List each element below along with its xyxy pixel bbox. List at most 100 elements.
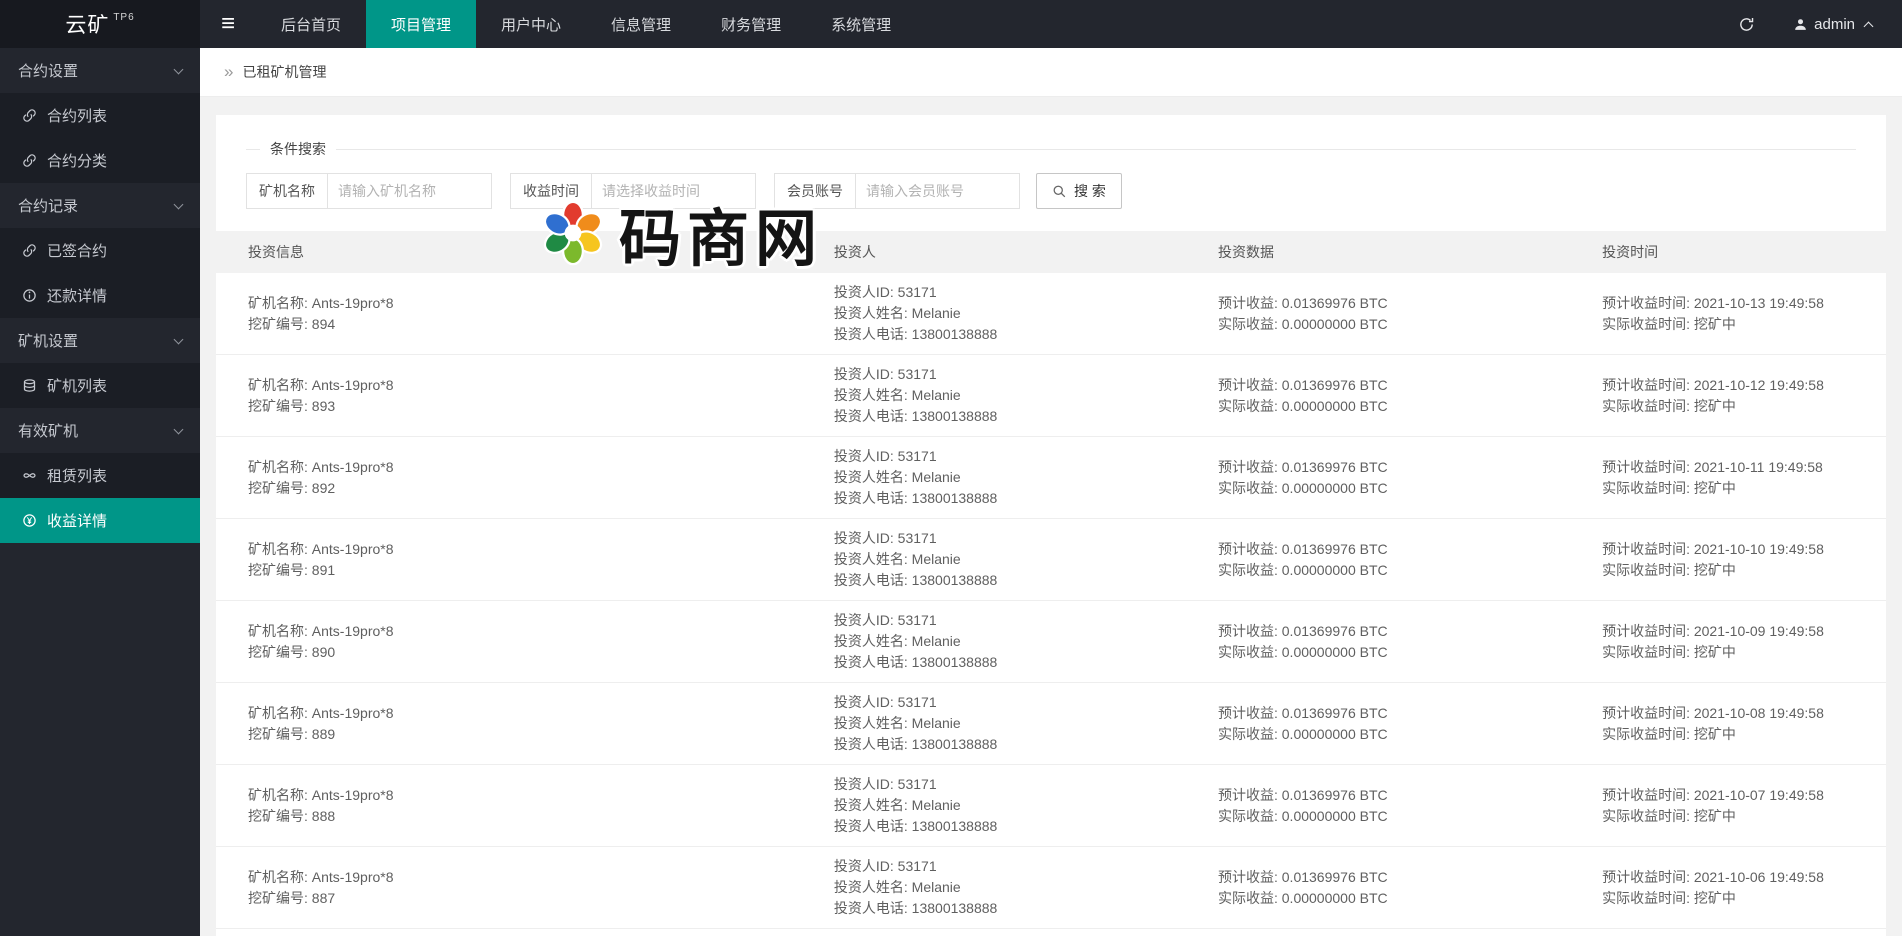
investor-name: 投资人姓名: Melanie (834, 549, 1218, 570)
cell-invest-info: 矿机名称: Ants-19pro*8 挖矿编号: 894 (216, 293, 834, 335)
expect-income: 预计收益: 0.01369976 BTC (1218, 703, 1602, 724)
search-field: 矿机名称 (246, 173, 492, 209)
sidebar-item-label: 矿机列表 (47, 375, 107, 396)
miner-name: 矿机名称: Ants-19pro*8 (248, 703, 834, 724)
search-input-3[interactable] (855, 173, 1020, 209)
sidebar-item-10[interactable]: 租赁列表 (0, 453, 200, 498)
cell-invest-data: 预计收益: 0.01369976 BTC 实际收益: 0.00000000 BT… (1218, 375, 1602, 417)
sidebar-item-label: 收益详情 (47, 510, 107, 531)
user-menu[interactable]: admin (1793, 16, 1872, 33)
content-card: 条件搜索 矿机名称 收益时间 会员账号 搜 索 投资信息投资人投资数据投资时间 (216, 115, 1886, 936)
cell-invest-time: 预计收益时间: 2021-10-09 19:49:58 实际收益时间: 挖矿中 (1602, 621, 1886, 663)
actual-income: 实际收益: 0.00000000 BTC (1218, 314, 1602, 335)
topnav-item-2[interactable]: 项目管理 (366, 0, 476, 48)
investor-id: 投资人ID: 53171 (834, 528, 1218, 549)
expect-income: 预计收益: 0.01369976 BTC (1218, 375, 1602, 396)
search-input-2[interactable] (591, 173, 756, 209)
table-header-1: 投资信息 (216, 242, 834, 262)
investor-phone: 投资人电话: 13800138888 (834, 324, 1218, 345)
info-icon (22, 288, 37, 303)
sidebar-menu: 合约设置 合约列表 合约分类 合约记录 已签合约 还款详情 矿机设置 矿机列表 … (0, 48, 200, 543)
table-header-2: 投资人 (834, 242, 1218, 262)
sidebar-group-1[interactable]: 合约设置 (0, 48, 200, 93)
content-area: 条件搜索 矿机名称 收益时间 会员账号 搜 索 投资信息投资人投资数据投资时间 (200, 97, 1902, 936)
actual-income: 实际收益: 0.00000000 BTC (1218, 806, 1602, 827)
app-root: 云矿TP6 合约设置 合约列表 合约分类 合约记录 已签合约 还款详情 矿机设置… (0, 0, 1902, 936)
miner-no: 挖矿编号: 891 (248, 560, 834, 581)
search-field-label: 收益时间 (510, 173, 591, 209)
actual-time: 实际收益时间: 挖矿中 (1602, 888, 1886, 909)
miner-name: 矿机名称: Ants-19pro*8 (248, 457, 834, 478)
sidebar-item-6[interactable]: 还款详情 (0, 273, 200, 318)
search-panel: 条件搜索 矿机名称 收益时间 会员账号 搜 索 (246, 139, 1856, 229)
miner-name: 矿机名称: Ants-19pro*8 (248, 293, 834, 314)
sidebar-item-3[interactable]: 合约分类 (0, 138, 200, 183)
sidebar-group-label: 合约设置 (18, 60, 78, 81)
refresh-icon[interactable] (1738, 16, 1755, 33)
chevron-down-icon (174, 334, 184, 344)
topnav-item-label: 项目管理 (391, 14, 451, 35)
search-icon (1052, 184, 1067, 199)
cell-invest-time: 预计收益时间: 2021-10-08 19:49:58 实际收益时间: 挖矿中 (1602, 703, 1886, 745)
investor-name: 投资人姓名: Melanie (834, 713, 1218, 734)
actual-income: 实际收益: 0.00000000 BTC (1218, 396, 1602, 417)
search-field: 会员账号 (774, 173, 1020, 209)
expect-income: 预计收益: 0.01369976 BTC (1218, 457, 1602, 478)
brand-logo: 云矿TP6 (0, 0, 200, 48)
chevron-down-icon (174, 424, 184, 434)
miner-no: 挖矿编号: 890 (248, 642, 834, 663)
search-button[interactable]: 搜 索 (1036, 173, 1122, 209)
sidebar-group-7[interactable]: 矿机设置 (0, 318, 200, 363)
brand-version: TP6 (113, 12, 134, 23)
cell-invest-data: 预计收益: 0.01369976 BTC 实际收益: 0.00000000 BT… (1218, 867, 1602, 909)
investor-phone: 投资人电话: 13800138888 (834, 406, 1218, 427)
investor-phone: 投资人电话: 13800138888 (834, 652, 1218, 673)
sidebar-item-label: 已签合约 (47, 240, 107, 261)
topnav-item-6[interactable]: 系统管理 (806, 0, 916, 48)
actual-time: 实际收益时间: 挖矿中 (1602, 396, 1886, 417)
actual-time: 实际收益时间: 挖矿中 (1602, 478, 1886, 499)
sidebar-item-2[interactable]: 合约列表 (0, 93, 200, 138)
expect-time: 预计收益时间: 2021-10-10 19:49:58 (1602, 539, 1886, 560)
cell-invest-data: 预计收益: 0.01369976 BTC 实际收益: 0.00000000 BT… (1218, 293, 1602, 335)
investor-id: 投资人ID: 53171 (834, 610, 1218, 631)
sidebar-group-label: 有效矿机 (18, 420, 78, 441)
investor-phone: 投资人电话: 13800138888 (834, 488, 1218, 509)
expect-income: 预计收益: 0.01369976 BTC (1218, 293, 1602, 314)
investor-name: 投资人姓名: Melanie (834, 795, 1218, 816)
actual-income: 实际收益: 0.00000000 BTC (1218, 888, 1602, 909)
actual-income: 实际收益: 0.00000000 BTC (1218, 478, 1602, 499)
search-input-1[interactable] (327, 173, 492, 209)
miner-name: 矿机名称: Ants-19pro*8 (248, 539, 834, 560)
sidebar-group-9[interactable]: 有效矿机 (0, 408, 200, 453)
sidebar-item-8[interactable]: 矿机列表 (0, 363, 200, 408)
miner-no: 挖矿编号: 889 (248, 724, 834, 745)
sidebar-item-5[interactable]: 已签合约 (0, 228, 200, 273)
sidebar-group-4[interactable]: 合约记录 (0, 183, 200, 228)
sidebar-item-11[interactable]: 收益详情 (0, 498, 200, 543)
topnav-item-3[interactable]: 用户中心 (476, 0, 586, 48)
cell-invest-data: 预计收益: 0.01369976 BTC 实际收益: 0.00000000 BT… (1218, 785, 1602, 827)
search-panel-title: 条件搜索 (260, 139, 336, 159)
investor-name: 投资人姓名: Melanie (834, 303, 1218, 324)
actual-time: 实际收益时间: 挖矿中 (1602, 314, 1886, 335)
actual-time: 实际收益时间: 挖矿中 (1602, 560, 1886, 581)
table-row: 矿机名称: Ants-19pro*8 挖矿编号: 892 投资人ID: 5317… (216, 437, 1886, 519)
link-icon (22, 153, 37, 168)
miner-no: 挖矿编号: 894 (248, 314, 834, 335)
hamburger-menu-icon[interactable]: ≡ (200, 0, 256, 48)
cell-invest-time: 预计收益时间: 2021-10-13 19:49:58 实际收益时间: 挖矿中 (1602, 293, 1886, 335)
topnav-item-4[interactable]: 信息管理 (586, 0, 696, 48)
topnav-item-1[interactable]: 后台首页 (256, 0, 366, 48)
cell-invest-data: 预计收益: 0.01369976 BTC 实际收益: 0.00000000 BT… (1218, 703, 1602, 745)
investor-name: 投资人姓名: Melanie (834, 877, 1218, 898)
table-row: 矿机名称: Ants-19pro*8 挖矿编号: 891 投资人ID: 5317… (216, 519, 1886, 601)
topnav-item-5[interactable]: 财务管理 (696, 0, 806, 48)
expect-time: 预计收益时间: 2021-10-11 19:49:58 (1602, 457, 1886, 478)
cell-invest-data: 预计收益: 0.01369976 BTC 实际收益: 0.00000000 BT… (1218, 621, 1602, 663)
topnav-item-label: 用户中心 (501, 14, 561, 35)
cell-invest-info: 矿机名称: Ants-19pro*8 挖矿编号: 891 (216, 539, 834, 581)
table-row: 矿机名称: Ants-19pro*8 挖矿编号: 886 投资人ID: 5317… (216, 929, 1886, 936)
expect-income: 预计收益: 0.01369976 BTC (1218, 785, 1602, 806)
search-button-label: 搜 索 (1074, 181, 1106, 201)
